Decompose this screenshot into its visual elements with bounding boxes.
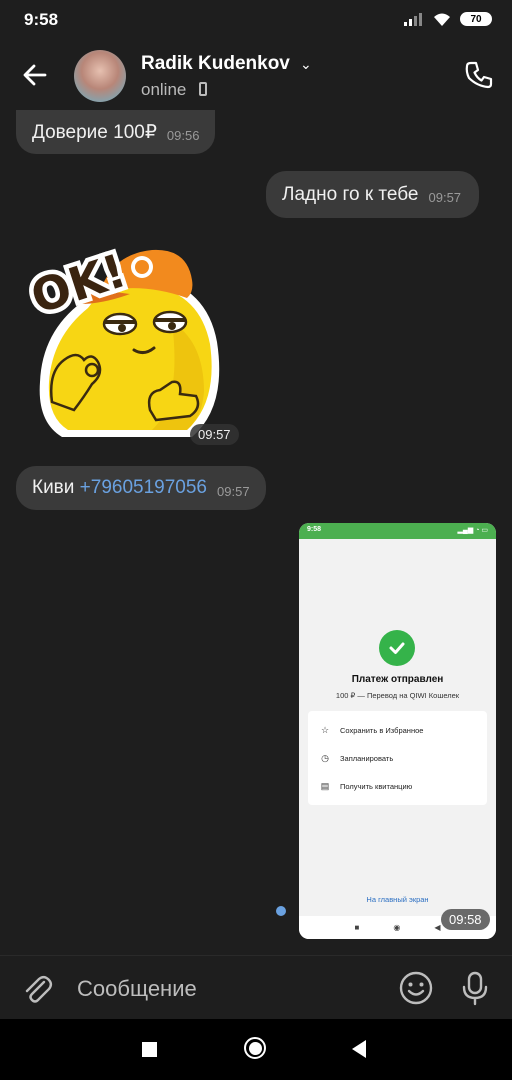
back-arrow-icon[interactable]	[18, 58, 52, 92]
message-input-bar	[0, 955, 512, 1020]
unread-indicator	[276, 906, 286, 916]
action-label: Сохранить в Избранное	[340, 725, 424, 735]
paperclip-icon[interactable]	[20, 972, 54, 1006]
action-schedule: ◷ Запланировать	[320, 749, 480, 767]
payment-subtitle: 100 ₽ — Перевод на QIWI Кошелек	[335, 691, 460, 700]
action-receipt: ▤ Получить квитанцию	[320, 777, 480, 795]
chat-header: Radik Kudenkov ⌄ online	[0, 40, 512, 110]
message-text: Доверие 100₽	[32, 121, 157, 143]
chevron-down-icon[interactable]: ⌄	[300, 56, 312, 73]
message-text: Киви	[32, 477, 75, 498]
message-bubble-incoming[interactable]: Киви +79605197056 09:57	[16, 466, 266, 510]
emoji-icon[interactable]	[398, 970, 434, 1006]
image-status-icons: ▂▄▆ ◔ ▭	[457, 527, 488, 534]
home-dot	[249, 1042, 262, 1055]
battery-icon: 70	[460, 12, 492, 26]
image-nav-home-icon: ◉	[393, 923, 401, 932]
signal-icon	[404, 13, 422, 26]
status-time: 9:58	[24, 10, 59, 29]
message-time: 09:57	[217, 483, 250, 499]
message-time: 09:56	[166, 127, 200, 143]
wifi-icon	[434, 13, 450, 26]
message-time: 09:58	[441, 909, 490, 930]
image-nav-back-icon: ◀	[434, 923, 441, 932]
action-label: Получить квитанцию	[340, 781, 413, 791]
action-label: Запланировать	[340, 753, 394, 763]
avatar[interactable]	[74, 50, 126, 102]
action-save-favorite: ☆ Сохранить в Избранное	[320, 721, 480, 739]
message-bubble-outgoing[interactable]: Ладно го к тебе 09:57	[266, 171, 480, 218]
star-icon: ☆	[320, 724, 330, 735]
message-time: 09:57	[190, 424, 239, 445]
payment-title: Платеж отправлен	[351, 674, 444, 685]
status-bar: 9:58 70	[0, 0, 512, 40]
system-nav-bar	[0, 1019, 512, 1080]
clock-icon: ◷	[321, 752, 329, 763]
message-bubble-incoming[interactable]: Доверие 100₽ 09:56	[16, 110, 216, 154]
contact-status: online	[141, 80, 187, 99]
status-icons: 70	[404, 11, 492, 27]
checkmark-icon	[379, 630, 415, 666]
microphone-icon[interactable]	[458, 970, 492, 1006]
mobile-device-icon	[199, 82, 207, 96]
image-message[interactable]: 9:58 ▂▄▆ ◔ ▭ Платеж отправлен 100 ₽ — Пе…	[299, 523, 496, 939]
back-triangle-icon[interactable]	[352, 1040, 366, 1058]
home-screen-link: На главный экран	[366, 895, 429, 904]
message-text: Ладно го к тебе	[282, 183, 419, 205]
message-input[interactable]	[75, 973, 379, 1005]
message-time: 09:57	[428, 190, 462, 205]
ok-sticker[interactable]: OK! OK!	[22, 232, 238, 448]
image-status-time: 9:58	[307, 526, 322, 533]
contact-name[interactable]: Radik Kudenkov	[141, 53, 290, 75]
image-nav-recent-icon: ■	[354, 923, 360, 932]
image-status-bar: 9:58 ▂▄▆ ◔ ▭	[299, 523, 496, 539]
recent-apps-icon[interactable]	[142, 1042, 157, 1057]
receipt-icon: ▤	[320, 780, 330, 791]
actions-card: ☆ Сохранить в Избранное ◷ Запланировать …	[308, 711, 487, 805]
phone-link[interactable]: +79605197056	[80, 477, 207, 499]
phone-call-icon[interactable]	[462, 58, 496, 92]
